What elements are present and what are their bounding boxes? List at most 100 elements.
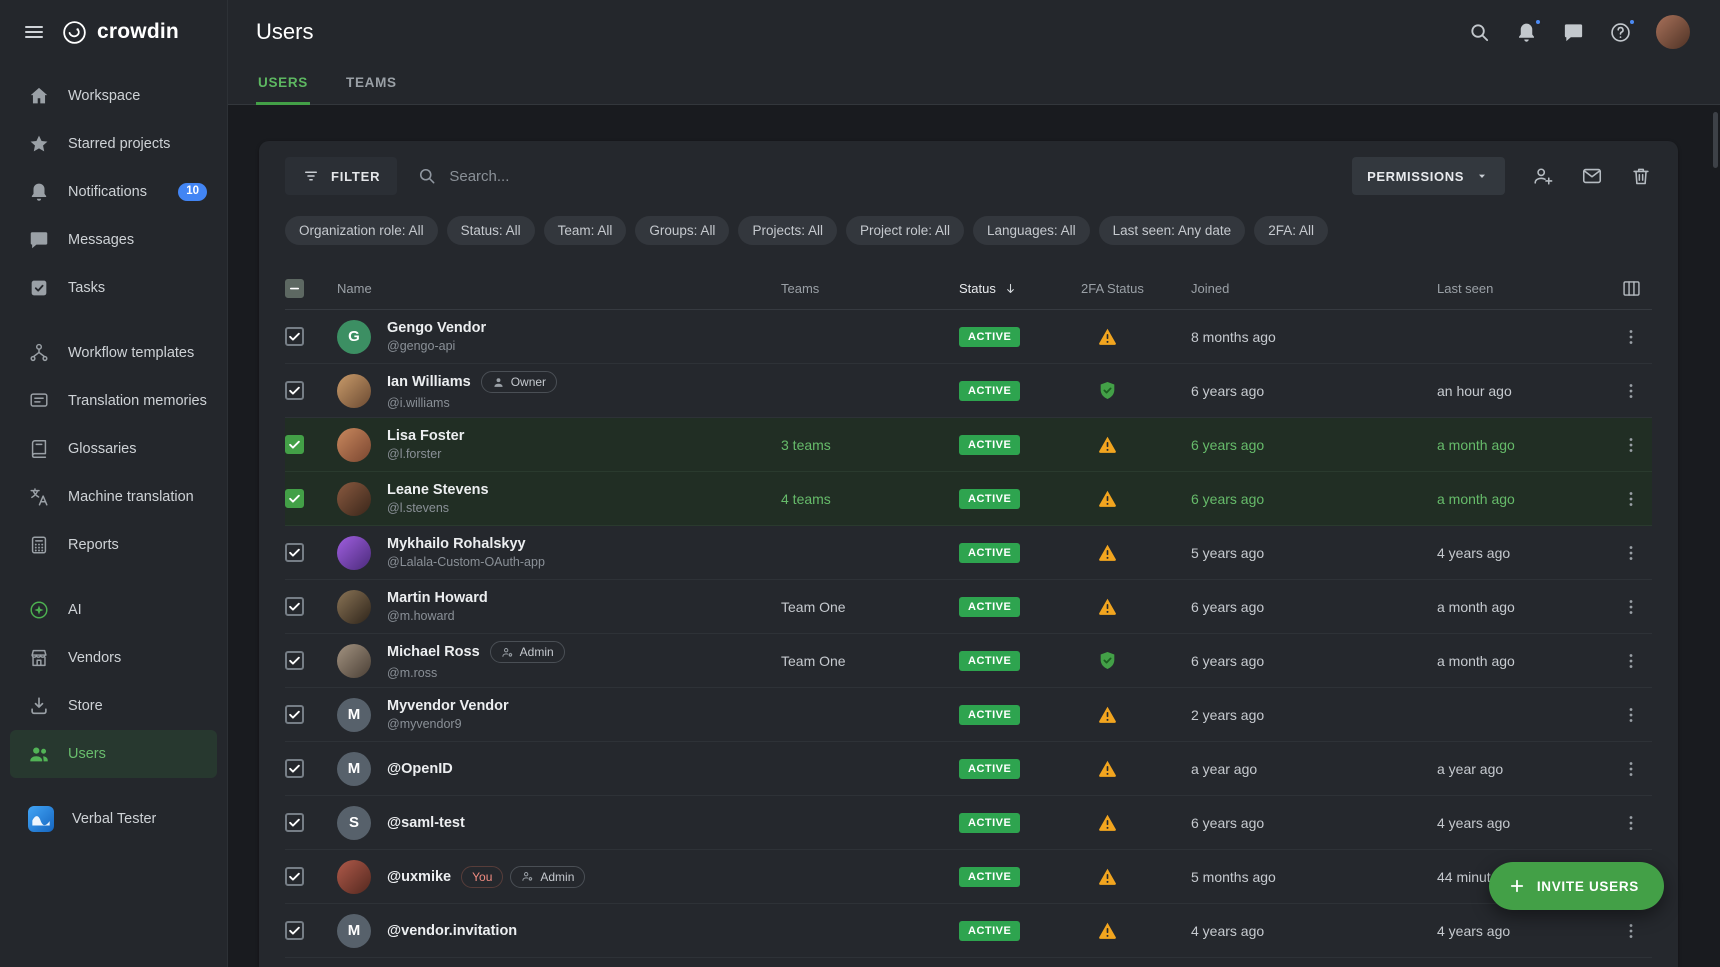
filter-chip[interactable]: Project role: All [846,216,964,245]
filter-chip[interactable]: Languages: All [973,216,1090,245]
sidebar-item-label: Reports [68,537,119,553]
table-row[interactable]: M @OpenID [285,742,1652,796]
row-checkbox[interactable] [285,867,304,886]
sidebar-item[interactable]: Notifications 10 [10,168,217,216]
user-avatar[interactable] [1656,15,1690,49]
table-row[interactable]: Leane Stevens @l.stevens 4 teams [285,472,1652,526]
column-header-2fa[interactable]: 2FA Status [1081,281,1191,296]
sidebar-item-label: Verbal Tester [72,811,156,827]
column-header-status[interactable]: Status [959,281,1081,296]
user-cell: G Gengo Vendor @gengo-api [331,320,781,354]
last-seen-cell: a month ago [1437,491,1610,507]
teams-cell: Team One [781,653,959,669]
notifications-button[interactable] [1515,21,1538,44]
2fa-cell [1081,650,1191,671]
row-checkbox[interactable] [285,327,304,346]
table-row[interactable]: @uxmike You [285,850,1652,904]
kebab-icon [1621,813,1641,833]
menu-button[interactable] [22,20,46,44]
tab[interactable]: USERS [256,64,310,105]
row-checkbox[interactable] [285,435,304,454]
row-checkbox[interactable] [285,651,304,670]
row-menu-button[interactable] [1621,381,1641,401]
row-checkbox[interactable] [285,921,304,940]
messages-button[interactable] [1562,21,1585,44]
table-row[interactable]: G Gengo Vendor @gengo-api [285,310,1652,364]
row-menu-button[interactable] [1621,597,1641,617]
table-row[interactable]: Michael Ross Admin [285,634,1652,688]
sidebar-item[interactable]: Reports [10,521,217,569]
search-icon [1468,21,1491,44]
sidebar-item[interactable]: Store [10,682,217,730]
row-checkbox[interactable] [285,597,304,616]
filter-chip[interactable]: Last seen: Any date [1099,216,1246,245]
sidebar-item[interactable]: Workflow templates [10,329,217,377]
select-all-checkbox[interactable] [285,279,304,298]
table-row[interactable]: Ian Williams Owner [285,364,1652,418]
delete-button[interactable] [1630,165,1652,187]
sidebar-item[interactable]: Workspace [10,72,217,120]
column-header-joined[interactable]: Joined [1191,281,1437,296]
invite-users-button[interactable]: INVITE USERS [1489,862,1664,910]
column-header-name[interactable]: Name [331,281,781,296]
user-name: Myvendor Vendor [387,698,509,714]
search-button[interactable] [1468,21,1491,44]
crowdin-logo[interactable]: crowdin [61,19,179,46]
vendors-icon [28,647,50,669]
row-checkbox[interactable] [285,813,304,832]
row-checkbox[interactable] [285,759,304,778]
row-checkbox[interactable] [285,705,304,724]
row-menu-button[interactable] [1621,921,1641,941]
filter-chip[interactable]: Organization role: All [285,216,438,245]
sidebar-item[interactable]: Glossaries [10,425,217,473]
row-menu-button[interactable] [1621,327,1641,347]
row-menu-button[interactable] [1621,543,1641,563]
row-checkbox[interactable] [285,489,304,508]
permissions-dropdown[interactable]: PERMISSIONS [1352,157,1505,195]
send-message-button[interactable] [1581,165,1603,187]
row-checkbox[interactable] [285,543,304,562]
search-input[interactable] [449,168,1332,185]
sidebar-item[interactable]: Translation memories [10,377,217,425]
sidebar-item[interactable]: Machine translation [10,473,217,521]
row-menu-button[interactable] [1621,705,1641,725]
scrollbar-thumb[interactable] [1713,112,1718,168]
row-menu-button[interactable] [1621,489,1641,509]
last-seen-cell: a month ago [1437,599,1610,615]
column-header-last-seen[interactable]: Last seen [1437,281,1610,296]
row-menu-button[interactable] [1621,651,1641,671]
page-title: Users [256,19,313,45]
table-row[interactable]: Lisa Foster @l.forster 3 teams [285,418,1652,472]
table-row[interactable]: S @saml-test [285,796,1652,850]
sidebar-item[interactable]: Tasks [10,264,217,312]
column-settings-button[interactable] [1621,278,1642,299]
sidebar-item[interactable]: Users [10,730,217,778]
sidebar-item[interactable]: Vendors [10,634,217,682]
avatar: M [337,752,371,786]
filter-chip[interactable]: Projects: All [738,216,837,245]
sidebar-item[interactable]: Verbal Tester [10,795,217,843]
table-row[interactable]: M Myvendor Vendor @myvendo [285,688,1652,742]
filter-chip[interactable]: Team: All [544,216,627,245]
filter-chip[interactable]: Groups: All [635,216,729,245]
user-handle: @Lalala-Custom-OAuth-app [387,555,545,569]
sidebar-item[interactable]: Messages [10,216,217,264]
filter-chip[interactable]: Status: All [447,216,535,245]
row-menu-button[interactable] [1621,759,1641,779]
tab[interactable]: TEAMS [344,64,399,105]
sidebar-item[interactable]: Starred projects [10,120,217,168]
2fa-cell [1081,380,1191,401]
filter-button[interactable]: FILTER [285,157,397,195]
add-to-team-button[interactable] [1532,165,1554,187]
column-header-teams[interactable]: Teams [781,281,959,296]
sidebar-item[interactable]: AI [10,586,217,634]
row-menu-button[interactable] [1621,435,1641,455]
help-button[interactable] [1609,21,1632,44]
table-row[interactable]: Mykhailo Rohalskyy @Lalala-Custom-OAuth-… [285,526,1652,580]
table-row[interactable]: Martin Howard @m.howard Team One [285,580,1652,634]
row-checkbox[interactable] [285,381,304,400]
filter-chip[interactable]: 2FA: All [1254,216,1328,245]
table-row[interactable]: M @vendor.invitation [285,904,1652,958]
user-name: Mykhailo Rohalskyy [387,536,526,552]
row-menu-button[interactable] [1621,813,1641,833]
